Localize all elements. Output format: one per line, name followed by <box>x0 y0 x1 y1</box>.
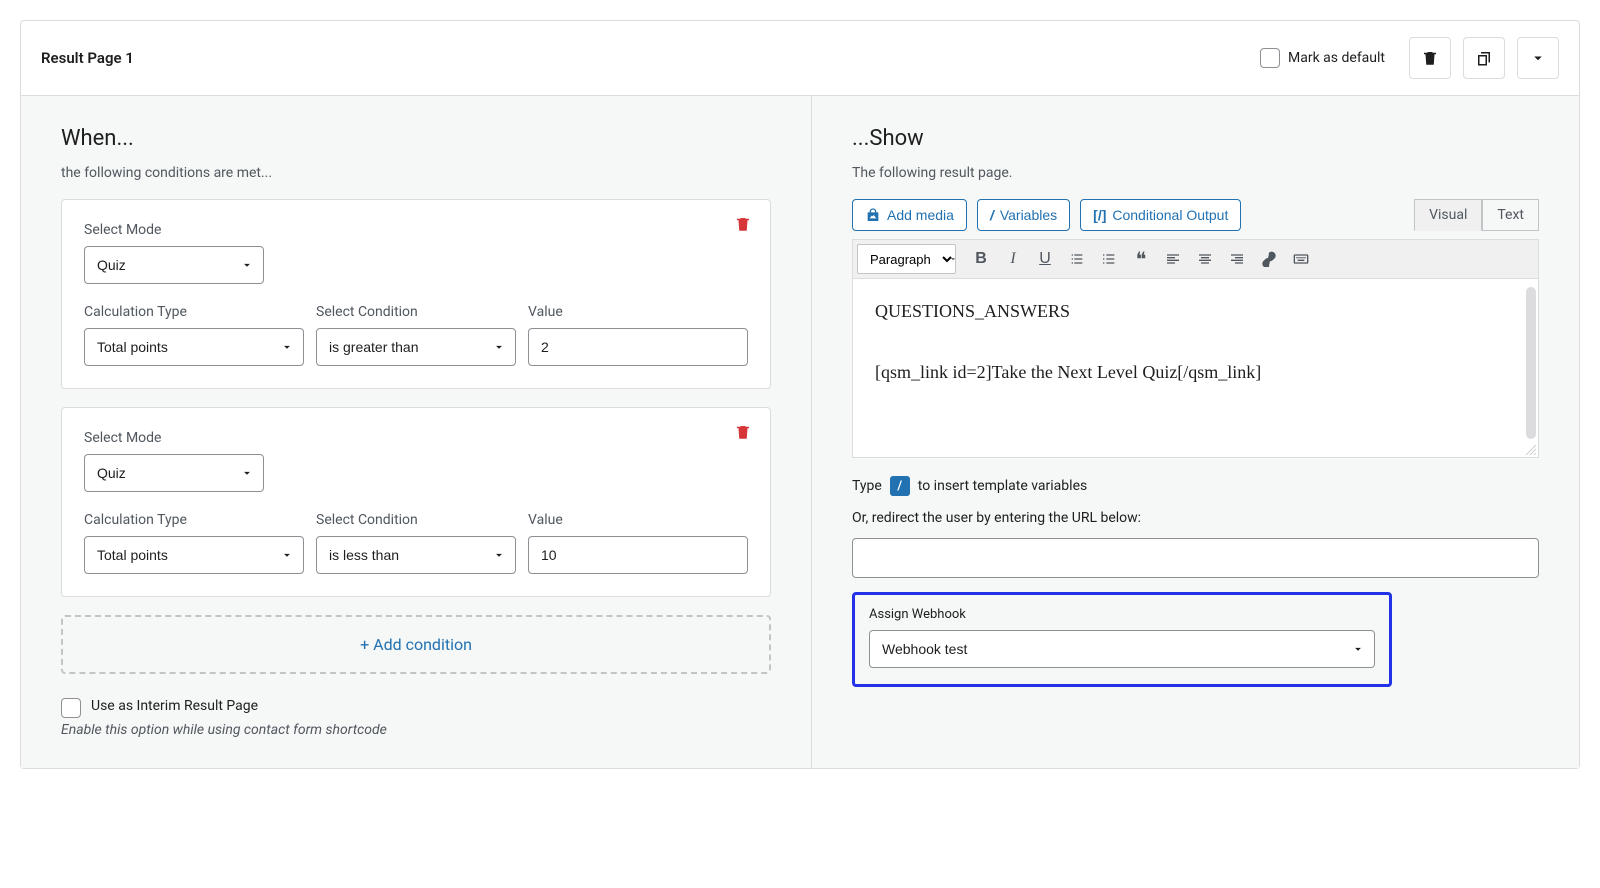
mode-select[interactable]: Quiz <box>84 454 264 492</box>
slash-icon: / <box>990 207 994 223</box>
align-left-icon <box>1165 251 1181 267</box>
mode-label: Select Mode <box>84 430 748 446</box>
bold-button[interactable]: B <box>966 244 996 274</box>
value-input[interactable] <box>528 536 748 574</box>
calc-type-label: Calculation Type <box>84 512 304 528</box>
italic-button[interactable]: I <box>998 244 1028 274</box>
tab-visual[interactable]: Visual <box>1414 199 1482 231</box>
panel-body: When... the following conditions are met… <box>21 96 1579 768</box>
align-left-button[interactable] <box>1158 244 1188 274</box>
calc-type-select[interactable]: Total points <box>84 328 304 366</box>
when-title: When... <box>61 126 771 151</box>
when-subtitle: the following conditions are met... <box>61 165 771 181</box>
condition-card: Select Mode Quiz Calculation Type Total … <box>61 199 771 389</box>
show-title: ...Show <box>852 126 1539 151</box>
align-center-button[interactable] <box>1190 244 1220 274</box>
condition-select[interactable]: is greater than <box>316 328 516 366</box>
editor-line: [qsm_link id=2]Take the Next Level Quiz[… <box>875 362 1516 383</box>
editor-content[interactable]: QUESTIONS_ANSWERS [qsm_link id=2]Take th… <box>852 278 1539 458</box>
value-input[interactable] <box>528 328 748 366</box>
list-icon <box>1069 251 1085 267</box>
editor-line: QUESTIONS_ANSWERS <box>875 301 1516 322</box>
value-label: Value <box>528 304 748 320</box>
add-media-button[interactable]: Add media <box>852 199 967 231</box>
webhook-label: Assign Webhook <box>869 607 1375 622</box>
webhook-select[interactable]: Webhook test <box>869 630 1375 668</box>
slash-badge: / <box>890 476 910 496</box>
interim-checkbox[interactable] <box>61 698 81 718</box>
keyboard-icon <box>1293 251 1309 267</box>
header-actions: Mark as default <box>1260 37 1559 79</box>
panel-header: Result Page 1 Mark as default <box>21 21 1579 96</box>
quote-button[interactable]: ❝ <box>1126 244 1156 274</box>
collapse-button[interactable] <box>1517 37 1559 79</box>
delete-condition-button[interactable] <box>734 214 752 238</box>
trash-icon <box>734 422 752 442</box>
show-subtitle: The following result page. <box>852 165 1539 181</box>
when-column: When... the following conditions are met… <box>21 96 812 768</box>
ordered-list-icon <box>1101 251 1117 267</box>
condition-label: Select Condition <box>316 304 516 320</box>
bracket-icon: [/] <box>1093 207 1106 223</box>
interim-label: Use as Interim Result Page <box>91 698 258 714</box>
duplicate-button[interactable] <box>1463 37 1505 79</box>
webhook-section: Assign Webhook Webhook test <box>852 592 1392 687</box>
scrollbar[interactable] <box>1526 287 1536 439</box>
trash-icon <box>1421 49 1439 67</box>
condition-card: Select Mode Quiz Calculation Type Total … <box>61 407 771 597</box>
template-hint: Type / to insert template variables <box>852 476 1539 496</box>
underline-button[interactable]: U <box>1030 244 1060 274</box>
calc-type-label: Calculation Type <box>84 304 304 320</box>
align-right-button[interactable] <box>1222 244 1252 274</box>
mark-default-checkbox[interactable] <box>1260 48 1280 68</box>
show-column: ...Show The following result page. Add m… <box>812 96 1579 768</box>
mode-select[interactable]: Quiz <box>84 246 264 284</box>
media-icon <box>865 207 881 223</box>
toolbar-toggle-button[interactable] <box>1286 244 1316 274</box>
calc-type-select[interactable]: Total points <box>84 536 304 574</box>
editor-top-row: Add media / Variables [/] Conditional Ou… <box>852 199 1539 231</box>
variables-button[interactable]: / Variables <box>977 199 1070 231</box>
condition-select[interactable]: is less than <box>316 536 516 574</box>
delete-button[interactable] <box>1409 37 1451 79</box>
editor-toolbar: Paragraph B I U ❝ <box>852 239 1539 278</box>
trash-icon <box>734 214 752 234</box>
link-icon <box>1261 251 1277 267</box>
align-right-icon <box>1229 251 1245 267</box>
conditional-output-button[interactable]: [/] Conditional Output <box>1080 199 1241 231</box>
editor-tabs: Visual Text <box>1414 199 1539 231</box>
numbered-list-button[interactable] <box>1094 244 1124 274</box>
page-title: Result Page 1 <box>41 49 134 67</box>
value-label: Value <box>528 512 748 528</box>
mode-label: Select Mode <box>84 222 748 238</box>
delete-condition-button[interactable] <box>734 422 752 446</box>
result-page-panel: Result Page 1 Mark as default When... th… <box>20 20 1580 769</box>
interim-help-text: Enable this option while using contact f… <box>61 722 771 738</box>
redirect-url-input[interactable] <box>852 538 1539 578</box>
condition-label: Select Condition <box>316 512 516 528</box>
align-center-icon <box>1197 251 1213 267</box>
bullet-list-button[interactable] <box>1062 244 1092 274</box>
copy-icon <box>1475 49 1493 67</box>
tab-text[interactable]: Text <box>1482 199 1539 231</box>
link-button[interactable] <box>1254 244 1284 274</box>
resize-handle-icon[interactable] <box>1524 443 1536 455</box>
redirect-label: Or, redirect the user by entering the UR… <box>852 510 1539 526</box>
add-condition-button[interactable]: + Add condition <box>61 615 771 674</box>
mark-default-wrap[interactable]: Mark as default <box>1260 48 1385 68</box>
mark-default-label: Mark as default <box>1288 50 1385 66</box>
chevron-down-icon <box>1529 49 1547 67</box>
format-select[interactable]: Paragraph <box>857 244 956 274</box>
